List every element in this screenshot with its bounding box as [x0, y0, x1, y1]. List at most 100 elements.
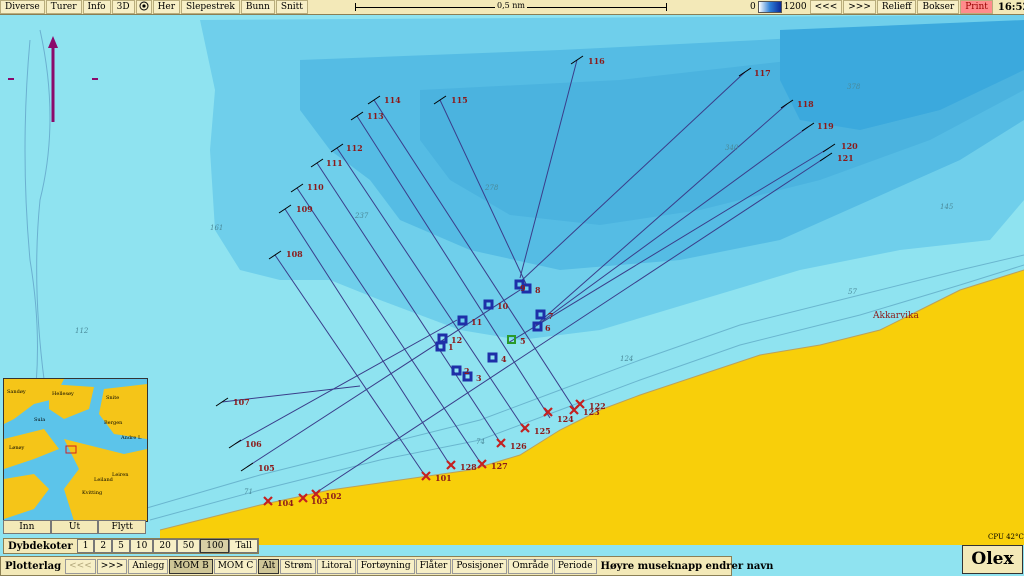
layer-periode[interactable]: Periode: [553, 558, 597, 574]
chart-map[interactable]: 116 117 115 114 113 118 119 112 120 121 …: [0, 15, 1024, 545]
marker-label: 6: [545, 323, 551, 333]
overview-map[interactable]: Sandøy Hellesøy Snite Sula Bergen Lønøy …: [3, 378, 148, 522]
waypoint-label: 106: [245, 439, 262, 449]
waypoint-label: 112: [346, 143, 363, 153]
marker-label: 5: [520, 336, 526, 346]
contour-tall-button[interactable]: Tall: [229, 539, 258, 553]
prev-button[interactable]: <<<: [809, 0, 843, 14]
marker-label: 4: [501, 354, 507, 364]
next-button[interactable]: >>>: [843, 0, 876, 14]
rename-hint: Høyre museknapp endrer navn: [600, 560, 774, 572]
waypoint-label: 113: [367, 111, 384, 121]
layer-omrade[interactable]: Område: [508, 558, 553, 574]
waypoint-label: 108: [286, 249, 303, 259]
waypoint-label: 119: [817, 121, 834, 131]
depth-label: 278: [484, 184, 499, 192]
marker-label: 2: [464, 366, 470, 376]
cross-label: 104: [277, 498, 294, 508]
depth-label: 57: [848, 288, 857, 296]
contour-20-button[interactable]: 20: [153, 539, 177, 553]
cpu-temperature: CPU 42°C: [988, 533, 1024, 541]
contour-2-button[interactable]: 2: [94, 539, 113, 553]
marker-label: 3: [476, 373, 482, 383]
plotter-prev-button[interactable]: <<<: [65, 558, 96, 574]
scale-label: 0,5 nm: [494, 1, 527, 10]
waypoint-label: 107: [233, 397, 250, 407]
depth-color-scale[interactable]: [757, 1, 782, 13]
diverse-button[interactable]: Diverse: [0, 0, 45, 14]
marker-label: 11: [471, 317, 482, 327]
cross-label: 101: [435, 473, 452, 483]
minimap-label: Snite: [106, 395, 119, 401]
cross-label: 126: [510, 441, 527, 451]
waypoint-label: 116: [588, 56, 605, 66]
plotterlag-title: Plotterlag: [5, 560, 62, 572]
depth-label: 161: [210, 224, 223, 232]
print-button[interactable]: Print: [960, 0, 993, 14]
contour-100-button[interactable]: 100: [200, 539, 230, 553]
minimap-label: Hellesøy: [52, 391, 74, 397]
layer-strom[interactable]: Strøm: [280, 558, 317, 574]
turer-button[interactable]: Turer: [45, 0, 82, 14]
layer-litoral[interactable]: Litoral: [317, 558, 356, 574]
bokser-button[interactable]: Bokser: [917, 0, 960, 14]
scale-bar: 0,5 nm: [355, 1, 667, 13]
depth-label: 124: [620, 355, 633, 363]
waypoint-label: 109: [296, 204, 313, 214]
contour-10-button[interactable]: 10: [129, 539, 154, 553]
marker-label: 10: [497, 301, 509, 311]
waypoint-label: 105: [258, 463, 275, 473]
depth-min-label: 0: [750, 2, 756, 12]
contour-50-button[interactable]: 50: [176, 539, 201, 553]
info-button[interactable]: Info: [82, 0, 111, 14]
slepestrek-button[interactable]: Slepestrek: [181, 0, 240, 14]
place-label: Akkarvika: [872, 311, 919, 321]
depth-label: 71: [244, 488, 253, 496]
depth-max-label: 1200: [783, 2, 807, 12]
dybdekoter-bar: Dybdekoter 1 2 5 10 20 50 100 Tall: [3, 538, 259, 554]
cross-label: 127: [491, 461, 508, 471]
waypoint-label: 114: [384, 95, 401, 105]
depth-label: 340: [725, 144, 739, 152]
zoom-out-button[interactable]: Ut: [50, 520, 99, 534]
depth-label: 378: [847, 83, 861, 91]
plotter-next-button[interactable]: >>>: [96, 558, 128, 574]
contour-1-button[interactable]: 1: [76, 539, 95, 553]
move-button[interactable]: Flytt: [98, 520, 147, 534]
layer-anlegg[interactable]: Anlegg: [128, 558, 169, 574]
layer-alt[interactable]: Alt: [258, 558, 280, 574]
layer-posisjoner[interactable]: Posisjoner: [452, 558, 508, 574]
contour-5-button[interactable]: 5: [112, 539, 130, 553]
overview-buttons: Inn Ut Flytt: [3, 520, 147, 534]
plotterlag-bar: Plotterlag <<< >>> Anlegg MOM B MOM C Al…: [0, 556, 773, 576]
depth-label: 74: [476, 438, 485, 446]
marker-label: 9: [520, 283, 526, 293]
her-button[interactable]: Her: [152, 0, 181, 14]
minimap-label: Bergen: [104, 420, 123, 426]
layer-fortoyning[interactable]: Fortøyning: [356, 558, 415, 574]
depth-label: 237: [354, 212, 369, 220]
depth-label: 145: [940, 203, 954, 211]
bunn-button[interactable]: Bunn: [240, 0, 275, 14]
minimap-label: Kvitting: [82, 490, 103, 496]
waypoint-label: 120: [841, 141, 858, 151]
cross-label: 123: [583, 407, 600, 417]
target-icon[interactable]: [135, 0, 152, 14]
zoom-in-button[interactable]: Inn: [3, 520, 51, 534]
layer-mom-b[interactable]: MOM B: [169, 558, 213, 574]
clock: 16:52:00: [997, 1, 1024, 13]
top-toolbar: Diverse Turer Info 3D Her Slepestrek Bun…: [0, 0, 1024, 15]
cross-label: 125: [534, 426, 551, 436]
layer-flater[interactable]: Flåter: [415, 558, 452, 574]
dybdekoter-title: Dybdekoter: [8, 540, 73, 552]
olex-logo: Olex: [962, 545, 1023, 574]
waypoint-label: 111: [326, 158, 343, 168]
snitt-button[interactable]: Snitt: [275, 0, 308, 14]
chart-canvas[interactable]: 116 117 115 114 113 118 119 112 120 121 …: [0, 15, 1024, 545]
minimap-label: Leiren: [112, 472, 129, 478]
marker-label: 8: [535, 285, 541, 295]
relieff-button[interactable]: Relieff: [876, 0, 917, 14]
3d-button[interactable]: 3D: [111, 0, 135, 14]
minimap-label: Leiland: [94, 477, 114, 483]
layer-mom-c[interactable]: MOM C: [213, 558, 258, 574]
